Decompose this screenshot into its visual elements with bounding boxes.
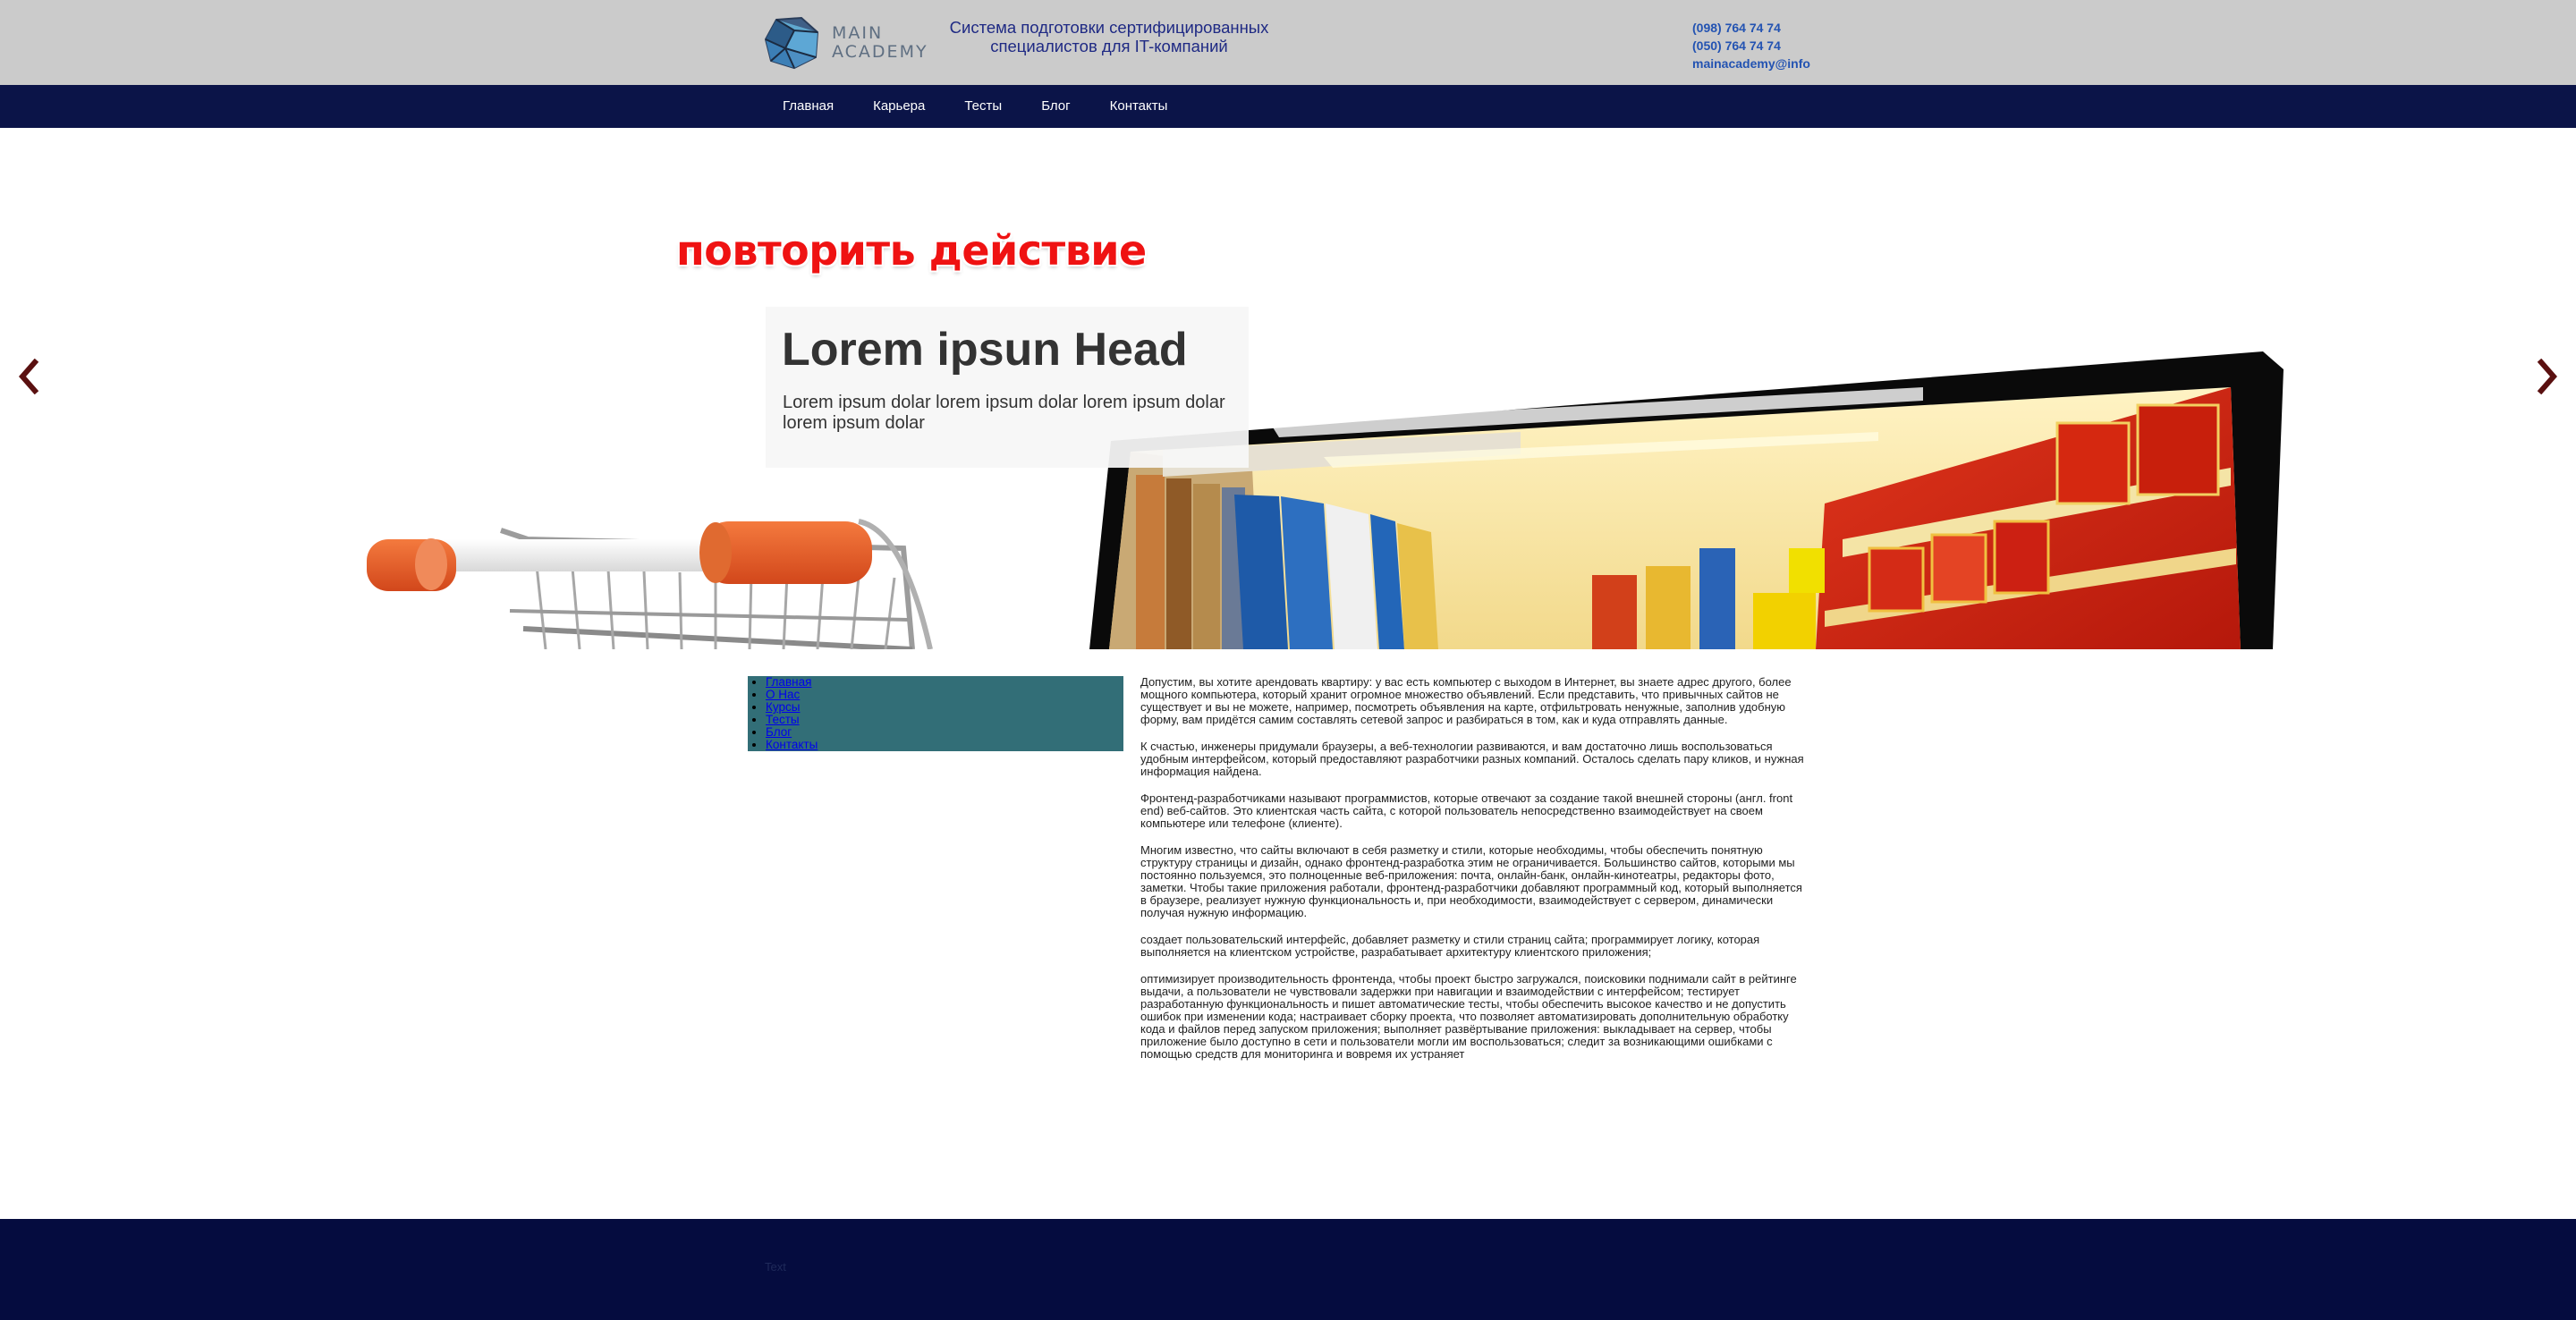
logo-text: MAIN ACADEMY: [832, 24, 928, 62]
slide-image-shopping-cart-monitor: [367, 351, 2284, 649]
sidebar-link-tests[interactable]: Тесты: [766, 713, 800, 726]
nav-link-blog[interactable]: Блог: [1041, 85, 1070, 128]
sidebar-list: Главная О Нас Курсы Тесты Блог Контакты: [748, 676, 1123, 751]
hero-slider: повторить действие Lorem ipsun Head Lore…: [0, 128, 2576, 649]
sidebar-link-about[interactable]: О Нас: [766, 688, 800, 701]
nav-link-tests[interactable]: Тесты: [964, 85, 1002, 128]
site-header: MAIN ACADEMY Система подготовки сертифиц…: [0, 0, 2576, 85]
article-paragraph: Многим известно, что сайты включают в се…: [1140, 843, 1802, 919]
slide-caption: Lorem ipsun Head Lorem ipsum dolar lorem…: [766, 307, 1249, 468]
sidebar-item-blog: Блог: [766, 726, 1123, 739]
sidebar-menu: Главная О Нас Курсы Тесты Блог Контакты: [748, 676, 1123, 751]
article-paragraph: Допустим, вы хотите арендовать квартиру:…: [1140, 675, 1792, 726]
sidebar-item-home: Главная: [766, 676, 1123, 689]
repeat-action-overlay[interactable]: повторить действие: [676, 226, 1147, 275]
phone-primary: (098) 764 74 74: [1692, 21, 1781, 35]
sidebar-link-home[interactable]: Главная: [766, 675, 811, 689]
sidebar-link-blog[interactable]: Блог: [766, 725, 792, 739]
article-paragraph: оптимизирует производительность фронтенд…: [1140, 972, 1797, 1061]
sidebar-item-courses: Курсы: [766, 701, 1123, 714]
slider-prev-button[interactable]: [13, 350, 45, 403]
nav-item-contacts: Контакты: [1110, 85, 1208, 128]
sidebar-link-courses[interactable]: Курсы: [766, 700, 800, 714]
slide-description: Lorem ipsum dolar lorem ipsum dolar lore…: [783, 393, 1225, 433]
main-nav-list: Главная Карьера Тесты Блог Контакты: [783, 85, 1207, 128]
sidebar-item-about: О Нас: [766, 689, 1123, 701]
sidebar-item-contacts: Контакты: [766, 739, 1123, 751]
site-footer: Text: [0, 1219, 2576, 1320]
article-paragraph: Фронтенд-разработчиками называют програм…: [1140, 791, 1793, 830]
sidebar-link-contacts[interactable]: Контакты: [766, 738, 818, 751]
slide-title: Lorem ipsun Head: [782, 324, 1188, 376]
chevron-left-icon: [19, 359, 39, 394]
article-paragraph: К счастью, инженеры придумали браузеры, …: [1140, 740, 1804, 778]
sidebar-item-tests: Тесты: [766, 714, 1123, 726]
logo-link[interactable]: MAIN ACADEMY: [764, 16, 927, 70]
nav-link-career[interactable]: Карьера: [873, 85, 925, 128]
article-paragraph: создает пользовательский интерфейс, доба…: [1140, 933, 1760, 959]
phone-secondary: (050) 764 74 74: [1692, 38, 1781, 53]
main-nav: Главная Карьера Тесты Блог Контакты: [0, 85, 2576, 128]
slider-next-button[interactable]: [2531, 350, 2563, 403]
logo-text-line1: MAIN: [832, 23, 884, 43]
contact-info: (098) 764 74 74 (050) 764 74 74 mainacad…: [1692, 19, 1810, 72]
nav-item-blog: Блог: [1041, 85, 1109, 128]
site-tagline: Система подготовки сертифицированных спе…: [949, 18, 1269, 55]
footer-text: Text: [765, 1260, 786, 1273]
nav-item-career: Карьера: [873, 85, 964, 128]
nav-item-tests: Тесты: [964, 85, 1041, 128]
main-academy-logo-icon: [764, 16, 819, 70]
nav-item-home: Главная: [783, 85, 873, 128]
nav-link-contacts[interactable]: Контакты: [1110, 85, 1168, 128]
email-address: mainacademy@info: [1692, 56, 1810, 71]
nav-link-home[interactable]: Главная: [783, 85, 834, 128]
logo-text-line2: ACADEMY: [832, 42, 928, 62]
article-content: Допустим, вы хотите арендовать квартиру:…: [1140, 676, 1811, 1075]
chevron-right-icon: [2537, 359, 2557, 394]
